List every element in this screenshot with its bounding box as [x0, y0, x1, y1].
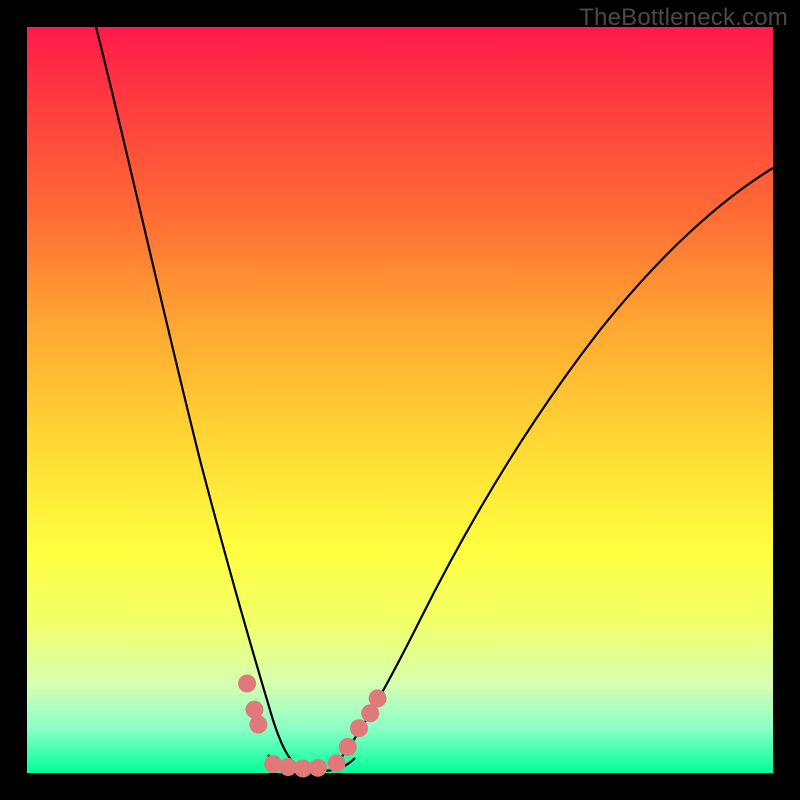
marker-group	[238, 675, 387, 778]
data-marker	[339, 738, 357, 756]
data-marker	[350, 719, 368, 737]
data-marker	[264, 755, 282, 773]
curves-layer	[0, 0, 800, 800]
curve-group	[96, 27, 773, 771]
right-curve	[332, 168, 773, 768]
data-marker	[369, 689, 387, 707]
data-marker	[328, 754, 346, 772]
chart-frame: TheBottleneck.com	[0, 0, 800, 800]
data-marker	[249, 716, 267, 734]
left-curve	[96, 27, 300, 768]
data-marker	[309, 759, 327, 777]
data-marker	[238, 675, 256, 693]
